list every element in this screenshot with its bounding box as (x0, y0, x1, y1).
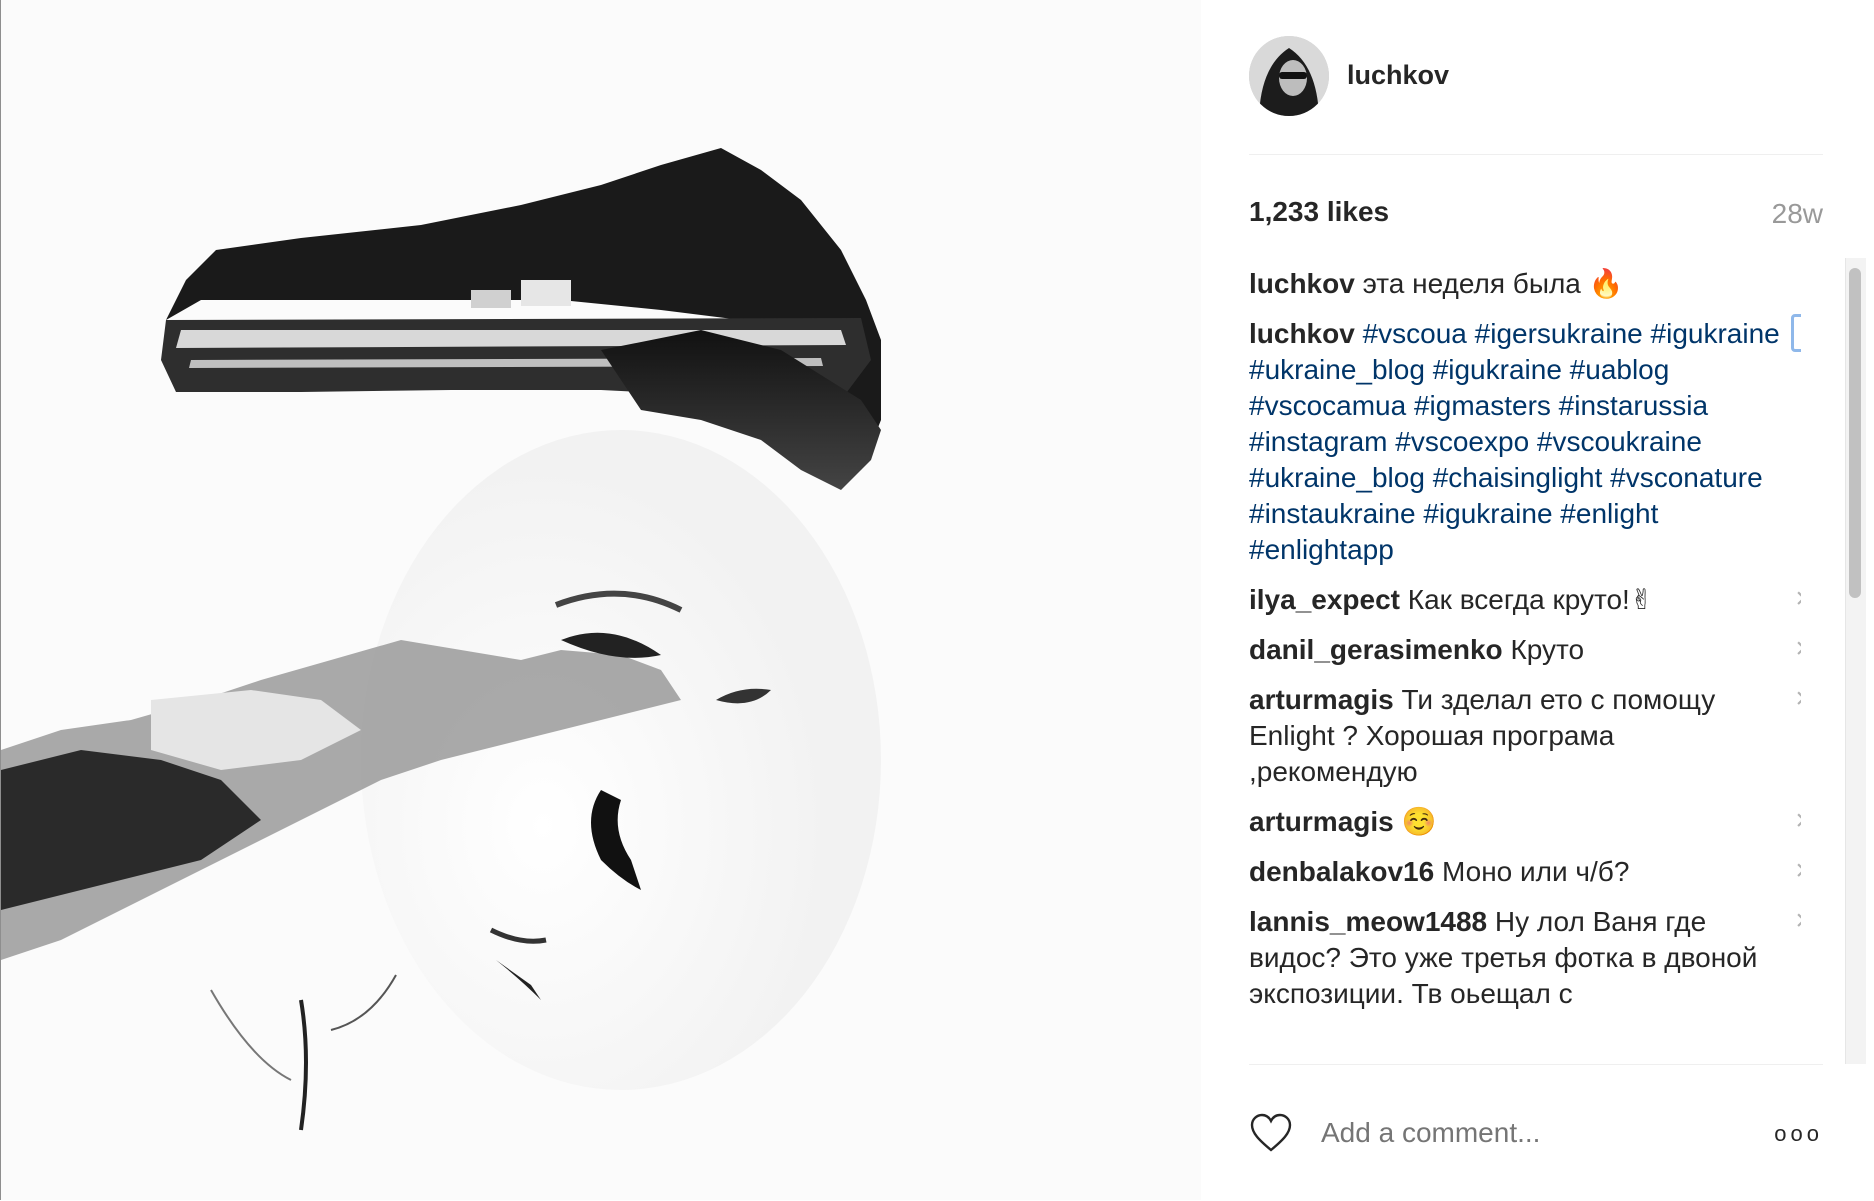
list-item: arturmagis Ти зделал ето с помощу Enligh… (1249, 682, 1801, 790)
comment-author[interactable]: luchkov (1249, 318, 1355, 349)
double-exposure-image (1, 0, 1201, 1200)
comments-list: luchkov эта неделя была 🔥 luchkov #vscou… (1249, 266, 1801, 1064)
comment-text: Как всегда круто!✌ (1407, 584, 1654, 615)
more-options-icon[interactable]: ooo (1774, 1121, 1823, 1147)
likes-count[interactable]: 1,233 likes (1249, 196, 1389, 228)
comment-author[interactable]: denbalakov16 (1249, 856, 1434, 887)
comment-author[interactable]: arturmagis (1249, 806, 1394, 837)
close-icon[interactable]: × (1787, 904, 1801, 938)
close-icon[interactable]: × (1787, 854, 1801, 888)
heart-icon[interactable] (1249, 1113, 1293, 1153)
avatar-image (1249, 36, 1329, 116)
comments-scrollbar[interactable] (1845, 258, 1866, 1064)
close-icon[interactable]: × (1787, 582, 1801, 616)
list-item: denbalakov16 Моно или ч/б? × (1249, 854, 1801, 890)
post-window: luchkov 1,233 likes 28w luchkov эта неде… (0, 0, 1874, 1200)
post-details-panel: luchkov 1,233 likes 28w luchkov эта неде… (1201, 0, 1874, 1200)
comment-author[interactable]: danil_gerasimenko (1249, 634, 1503, 665)
comment-text: эта неделя была 🔥 (1362, 268, 1624, 299)
comment-text: Круто (1510, 634, 1585, 665)
comment-text: Моно или ч/б? (1441, 856, 1630, 887)
scrollbar-thumb[interactable] (1849, 268, 1861, 598)
post-footer: ooo (1249, 1064, 1823, 1201)
avatar[interactable] (1249, 36, 1329, 116)
close-icon[interactable]: × (1787, 682, 1801, 716)
post-photo[interactable] (1, 0, 1201, 1200)
close-icon[interactable]: × (1791, 314, 1801, 352)
comment-text: ☺️ (1401, 806, 1437, 837)
list-item: danil_gerasimenko Круто × (1249, 632, 1801, 668)
close-icon[interactable]: × (1787, 804, 1801, 838)
comment-hashtags: luchkov #vscoua #igersukraine #igukraine… (1249, 314, 1801, 568)
list-item: arturmagis ☺️ × (1249, 804, 1801, 840)
comment-author[interactable]: arturmagis (1249, 684, 1394, 715)
add-comment-input[interactable] (1321, 1117, 1761, 1149)
comment-hashtags-text[interactable]: #vscoua #igersukraine #igukraine #ukrain… (1249, 318, 1780, 565)
close-icon[interactable]: × (1787, 632, 1801, 666)
post-header: luchkov (1249, 36, 1823, 155)
comment-author[interactable]: luchkov (1249, 268, 1355, 299)
list-item: ilya_expect Как всегда круто!✌ × (1249, 582, 1801, 618)
comment-author[interactable]: ilya_expect (1249, 584, 1400, 615)
comment-caption: luchkov эта неделя была 🔥 (1249, 266, 1801, 302)
comment-author[interactable]: lannis_meow1488 (1249, 906, 1487, 937)
post-author-username[interactable]: luchkov (1347, 60, 1449, 91)
list-item: lannis_meow1488 Ну лол Ваня где видос? Э… (1249, 904, 1801, 1012)
post-age[interactable]: 28w (1772, 198, 1823, 230)
